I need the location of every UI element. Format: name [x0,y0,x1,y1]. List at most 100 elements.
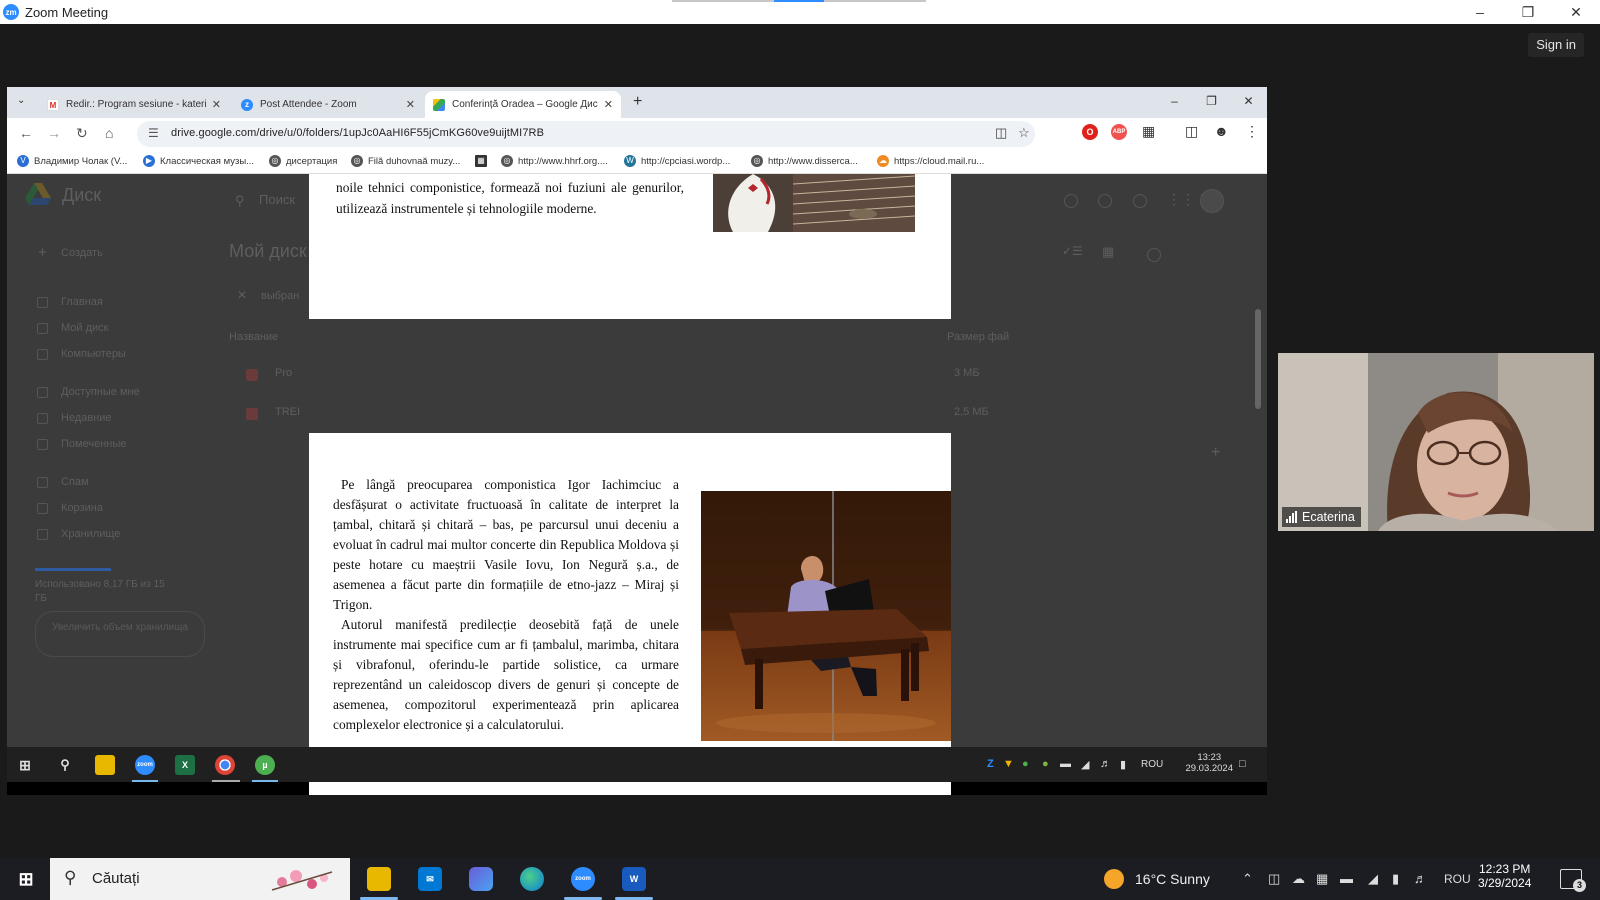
participant-video[interactable]: Ecaterina [1278,353,1594,531]
tab-zoom[interactable]: z Post Attendee - Zoom ✕ [233,91,423,118]
url-text[interactable]: drive.google.com/drive/u/0/folders/1upJc… [171,127,544,139]
forward-icon[interactable]: → [47,125,61,141]
chrome-icon[interactable] [215,755,235,775]
onedrive-icon[interactable]: ☁ [1292,871,1305,887]
bookmark-item[interactable]: ◎ http://www.hhrf.org.... [501,155,608,167]
tab-close-icon[interactable]: ✕ [212,98,221,111]
restore-icon[interactable]: ❐ [1504,0,1552,24]
chrome-close-icon[interactable]: ✕ [1230,91,1267,111]
search-icon[interactable]: ⚲ [55,755,75,775]
tab-close-icon[interactable]: ✕ [604,98,613,111]
nav-item-recent[interactable]: Недавние [61,412,112,424]
remote-clock[interactable]: 13:23 29.03.2024 [1185,752,1233,774]
bookmark-item[interactable]: Whttp://cpciasi.wordp... [624,155,730,167]
grid-view-icon[interactable]: ▦ [1102,244,1114,260]
utorrent-tray-icon[interactable]: ● [1022,758,1029,770]
nav-item-spam[interactable]: Спам [61,476,89,488]
nav-item-shared[interactable]: Доступные мне [61,386,140,398]
page-scrollbar[interactable] [1255,309,1261,409]
meet-now-icon[interactable]: ◫ [1268,871,1280,887]
settings-icon[interactable] [1133,194,1147,208]
nav-item-my-drive[interactable]: Мой диск [61,322,108,334]
address-bar[interactable]: ☰ drive.google.com/drive/u/0/folders/1up… [137,121,1035,147]
home-icon[interactable]: ⌂ [105,125,113,141]
bookmark-star-icon[interactable]: ☆ [1018,125,1030,141]
drive-search-input[interactable]: Поиск [259,192,295,207]
wifi-icon[interactable]: ◢ [1368,871,1378,887]
windows-start-icon[interactable]: ⊞ [15,755,35,775]
wifi-icon[interactable]: ◢ [1081,758,1089,771]
upgrade-storage-button[interactable]: Увеличить объем хранилища [35,611,205,657]
minimize-icon[interactable]: – [1456,0,1504,24]
bookmark-item[interactable]: ▦ [475,155,492,167]
copilot-icon[interactable] [469,867,493,891]
taskbar-search-box[interactable]: ⚲ Căutați [50,858,350,900]
new-tab-icon[interactable]: + [633,93,642,111]
bookmark-item[interactable]: ◎ http://www.disserca... [751,155,858,167]
reload-icon[interactable]: ↻ [76,125,88,142]
utorrent-icon[interactable]: µ [255,755,275,775]
bookmark-item[interactable]: ☁ https://cloud.mail.ru... [877,155,984,167]
battery-icon[interactable]: ▬ [1340,871,1353,886]
tab-close-icon[interactable]: ✕ [406,98,415,111]
notifications-icon[interactable]: 3 [1560,869,1586,892]
back-icon[interactable]: ← [19,125,33,141]
file-explorer-icon[interactable] [95,755,115,775]
clear-selection-icon[interactable]: ✕ [237,288,247,302]
language-indicator[interactable]: ROU [1141,759,1163,770]
chrome-menu-icon[interactable]: ⋮ [1245,123,1259,140]
file-explorer-icon[interactable] [367,867,391,891]
column-name-header[interactable]: Название [229,331,278,343]
bookmark-item[interactable]: V Владимир Чолак (V... [17,155,127,167]
battery-icon[interactable]: ▬ [1060,758,1071,770]
side-add-icon[interactable]: + [1211,444,1220,462]
tray-app-icon[interactable]: ▼ [1003,758,1014,770]
profile-avatar-icon[interactable]: ☻ [1214,123,1229,139]
weather-widget[interactable]: 16°C Sunny [1104,869,1210,889]
chrome-minimize-icon[interactable]: – [1156,91,1193,111]
opera-extension-icon[interactable]: O [1082,124,1098,140]
nav-item-starred[interactable]: Помеченные [61,438,126,450]
nvidia-tray-icon[interactable]: ● [1042,758,1049,770]
column-size-header[interactable]: Размер фай [947,331,1009,343]
zoom-tray-icon[interactable]: Z [987,758,994,770]
volume-icon[interactable]: ♬ [1414,871,1427,886]
show-hidden-icons[interactable]: ⌃ [1242,871,1253,887]
close-icon[interactable]: ✕ [1552,0,1600,24]
word-icon[interactable]: W [622,867,646,891]
edge-icon[interactable] [520,867,544,891]
volume-icon[interactable]: ♬ [1100,758,1111,770]
action-center-icon[interactable]: □ [1239,758,1246,770]
bookmark-item[interactable]: ◎ Filă duhovnaă muzy... [351,155,460,167]
windows-start-icon[interactable]: ⊞ [14,867,38,891]
install-app-icon[interactable]: ◫ [995,125,1007,141]
language-indicator[interactable]: ROU [1444,872,1471,886]
bookmark-item[interactable]: ◎ дисертация [269,155,337,167]
list-view-icon[interactable]: ✓☰ [1062,244,1083,258]
extensions-puzzle-icon[interactable]: ▦ [1142,123,1155,140]
microphone-icon[interactable]: ▮ [1392,871,1399,887]
bookmark-item[interactable]: ▶ Классическая музы... [143,155,254,167]
details-info-icon[interactable] [1147,248,1161,262]
site-info-icon[interactable]: ☰ [148,126,159,140]
zoom-app-icon[interactable]: zoom [135,755,155,775]
nav-item-storage[interactable]: Хранилище [61,528,120,540]
status-icon[interactable] [1064,194,1078,208]
tab-search-icon[interactable]: ⌄ [17,95,25,106]
system-clock[interactable]: 12:23 PM 3/29/2024 [1478,862,1531,890]
tab-google-drive[interactable]: Conferință Oradea – Google Диск ✕ [425,91,621,118]
tab-gmail[interactable]: M Redir.: Program sesiune - katerin ✕ [39,91,229,118]
nav-item-home[interactable]: Главная [61,296,103,308]
zoom-app-icon[interactable]: zoom [571,867,595,891]
nav-item-trash[interactable]: Корзина [61,502,103,514]
help-icon[interactable] [1098,194,1112,208]
adblock-extension-icon[interactable]: ABP [1111,124,1127,140]
microphone-icon[interactable]: ▮ [1120,758,1126,771]
display-icon[interactable]: ▦ [1316,871,1328,887]
nav-item-computers[interactable]: Компьютеры [61,348,126,360]
chrome-restore-icon[interactable]: ❐ [1193,91,1230,111]
account-avatar[interactable] [1200,189,1224,213]
new-button[interactable]: Создать [61,247,103,259]
sign-in-button[interactable]: Sign in [1528,33,1584,57]
side-panel-icon[interactable]: ◫ [1185,123,1198,140]
